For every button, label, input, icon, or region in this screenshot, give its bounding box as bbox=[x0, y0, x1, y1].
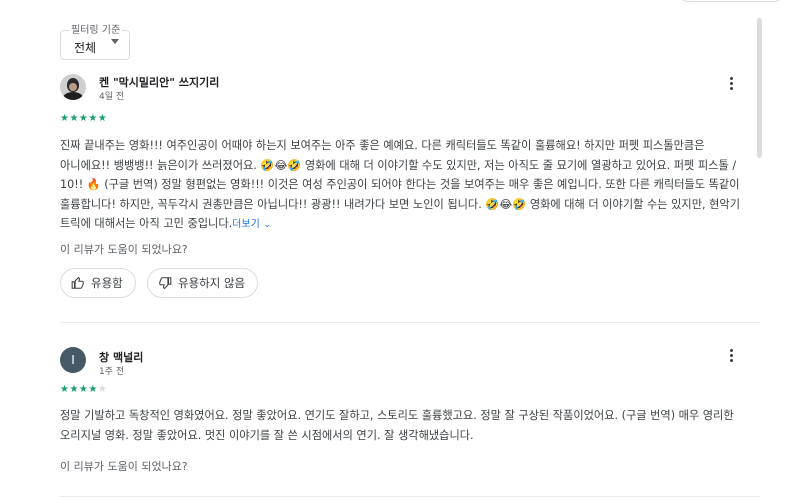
chevron-down-icon bbox=[111, 39, 119, 44]
divider bbox=[60, 496, 760, 497]
not-helpful-button-label: 유용하지 않음 bbox=[178, 276, 246, 290]
thumbs-down-icon bbox=[159, 277, 172, 290]
avatar[interactable]: I bbox=[60, 347, 86, 373]
read-more-link[interactable]: 더보기 bbox=[232, 219, 260, 230]
thumbs-up-icon bbox=[71, 276, 84, 289]
review-date: 1주 전 bbox=[99, 367, 125, 377]
helpful-question: 이 리뷰가 도움이 되었나요? bbox=[60, 243, 188, 256]
divider bbox=[60, 322, 760, 323]
top-chip-edge bbox=[676, 0, 786, 2]
chevron-down-icon[interactable]: ⌄ bbox=[263, 220, 271, 230]
helpful-question: 이 리뷰가 도움이 되었나요? bbox=[60, 460, 188, 473]
helpful-button-label: 유용함 bbox=[91, 276, 123, 290]
avatar[interactable] bbox=[60, 74, 86, 100]
review-text: 진짜 끝내주는 영화!!! 여주인공이 어때야 하는지 보여주는 아주 좋은 예… bbox=[60, 139, 740, 230]
more-options-icon[interactable] bbox=[726, 77, 736, 91]
filter-value: 전체 bbox=[74, 41, 97, 55]
reviewer-name[interactable]: 창 맥널리 bbox=[99, 349, 143, 365]
review-date: 4일 전 bbox=[99, 92, 125, 102]
filter-label: 필터링 기준 bbox=[69, 21, 123, 36]
more-options-icon[interactable] bbox=[726, 349, 736, 363]
scrollbar[interactable] bbox=[757, 18, 762, 158]
review-card: 켄 "막시밀리안" 쓰지기리 4일 전 ★★★★★ 진짜 끝내주는 영화!!! … bbox=[60, 74, 740, 304]
reviewer-name[interactable]: 켄 "막시밀리안" 쓰지기리 bbox=[99, 74, 219, 90]
star-rating: ★★★★★ bbox=[60, 113, 108, 124]
not-helpful-button[interactable]: 유용하지 않음 bbox=[147, 268, 259, 298]
review-card: I 창 맥널리 1주 전 ★★★★★ 정말 기발하고 독창적인 영화였어요. 정… bbox=[60, 347, 740, 487]
star-rating: ★★★★★ bbox=[60, 384, 108, 395]
review-text: 정말 기발하고 독창적인 영화였어요. 정말 좋았어요. 연기도 잘하고, 스토… bbox=[60, 409, 734, 442]
helpful-button[interactable]: 유용함 bbox=[60, 268, 136, 298]
